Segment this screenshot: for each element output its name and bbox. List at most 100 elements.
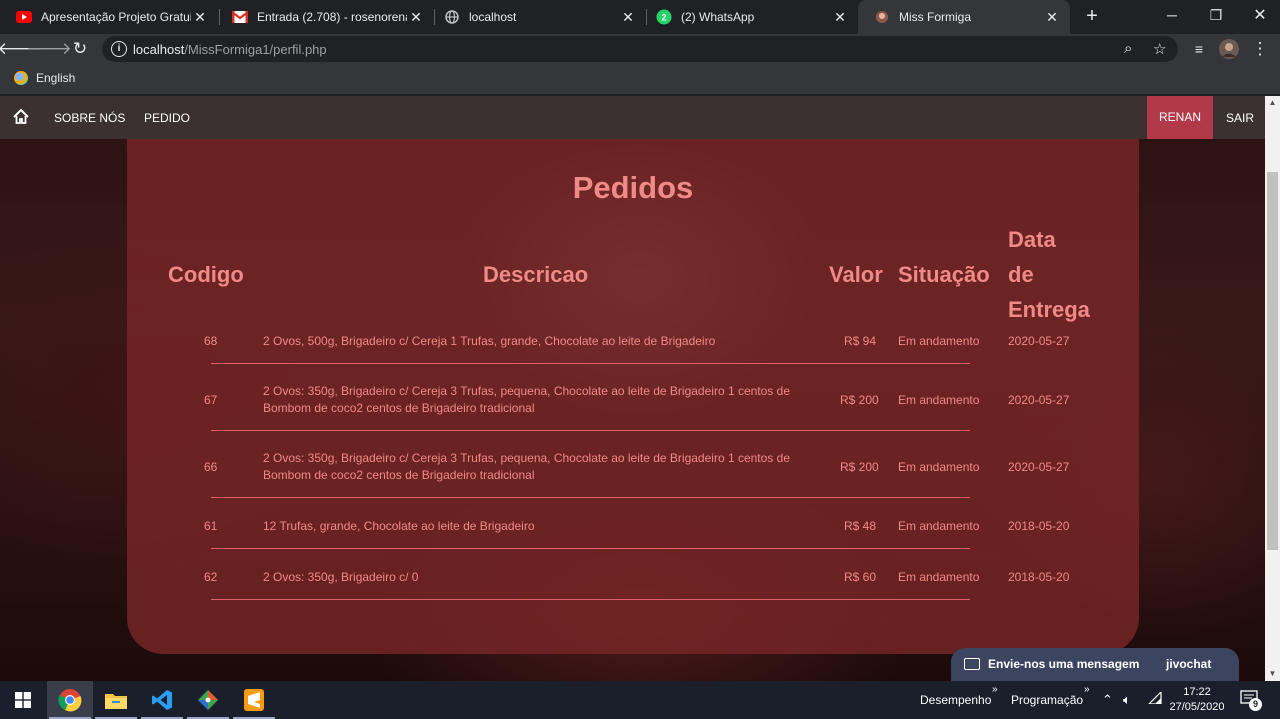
address-bar[interactable]: i localhost/MissFormiga1/perfil.php ⌕ ☆ [102,36,1178,62]
new-tab-button[interactable]: + [1082,6,1102,26]
close-window-icon[interactable]: ✕ [1238,0,1280,30]
vscode-icon[interactable] [139,681,185,719]
nav-user-renan[interactable]: RENAN [1147,96,1213,139]
tab-miss-formiga[interactable]: Miss Formiga ✕ [858,0,1070,34]
header-data-line2: de [1008,262,1034,287]
zoom-icon[interactable]: ⌕ [1124,40,1132,57]
page-scrollbar[interactable]: ▲ ▼ [1265,96,1280,681]
menu-kebab-icon[interactable]: ⋮ [1249,38,1271,60]
tab-youtube[interactable]: Apresentação Projeto Gratuito ✕ [0,0,218,34]
tray-up-arrow-icon[interactable]: ⌃ [1102,692,1113,708]
row-situacao: Em andamento [898,519,980,533]
cake-icon [874,9,890,25]
chevron-expand-icon[interactable]: » [1084,684,1090,695]
bookmark-english[interactable]: English [14,71,75,85]
notification-count-badge: 9 [1249,698,1262,711]
url-text: localhost/MissFormiga1/perfil.php [133,42,327,57]
browser-toolbar: 🡐 🡒 ↻ i localhost/MissFormiga1/perfil.ph… [0,34,1280,64]
nav-sobre-nos[interactable]: SOBRE NÓS [54,111,125,125]
row-data: 2020-05-27 [1008,393,1070,407]
file-explorer-icon[interactable] [93,681,139,719]
svg-text:2: 2 [661,13,666,23]
toolbar-desempenho[interactable]: Desempenho [920,693,991,707]
row-data: 2020-05-27 [1008,334,1070,348]
wifi-icon[interactable] [1147,690,1162,707]
volume-icon[interactable]: 🔈︎ [1123,692,1131,708]
row-situacao: Em andamento [898,334,980,348]
row-descricao: 2 Ovos: 350g, Brigadeiro c/ Cereja 3 Tru… [263,384,790,415]
row-situacao: Em andamento [898,460,980,474]
header-data-line1: Data [1008,227,1056,252]
scroll-up-icon[interactable]: ▲ [1265,96,1280,110]
tab-title: Entrada (2.708) - rosenorenanti [257,10,407,24]
site-navbar: SOBRE NÓS PEDIDO RENAN SAIR [0,96,1265,139]
bookmark-globe-icon [14,71,28,85]
tab-localhost[interactable]: localhost ✕ [428,0,646,34]
tab-gmail[interactable]: Entrada (2.708) - rosenorenanti ✕ [216,0,434,34]
close-tab-icon[interactable]: ✕ [192,9,208,25]
nav-sair[interactable]: SAIR [1226,111,1254,125]
row-situacao: Em andamento [898,393,980,407]
tab-strip: Apresentação Projeto Gratuito ✕ Entrada … [0,0,1280,34]
close-tab-icon[interactable]: ✕ [1044,9,1060,25]
header-descricao: Descricao [483,262,589,287]
youtube-icon [16,9,32,25]
chat-widget[interactable]: Envie-nos uma mensagem jivochat [951,648,1239,681]
tab-title: Miss Formiga [899,10,972,24]
info-icon[interactable]: i [111,41,127,57]
minimize-icon[interactable]: ─ [1150,0,1194,30]
row-valor: R$ 48 [844,519,877,533]
close-tab-icon[interactable]: ✕ [408,9,424,25]
media-queue-icon[interactable]: ≡ [1188,38,1210,60]
forward-icon[interactable]: 🡒 [26,38,72,60]
globe-icon [444,9,460,25]
star-icon[interactable]: ☆ [1153,40,1166,58]
clock-time: 17:22 [1183,686,1211,698]
scroll-down-icon[interactable]: ▼ [1265,667,1280,681]
row-codigo: 66 [204,460,218,474]
row-descricao: 2 Ovos: 350g, Brigadeiro c/ Cereja 3 Tru… [263,451,790,482]
header-codigo: Codigo [168,262,244,287]
notification-center-icon[interactable]: 9 [1240,690,1262,711]
reload-icon[interactable]: ↻ [69,38,91,60]
row-codigo: 62 [204,570,218,584]
envelope-icon [964,658,980,670]
scrollbar-thumb[interactable] [1267,172,1278,550]
chevron-expand-icon[interactable]: » [992,684,998,695]
windows-start-icon[interactable] [0,681,46,719]
home-icon[interactable] [12,108,30,126]
row-valor: R$ 60 [844,570,877,584]
orders-panel: Pedidos Codigo Descricao Valor Situação … [127,136,1139,654]
row-situacao: Em andamento [898,570,980,584]
row-valor: R$ 200 [840,393,879,407]
page-viewport: Pedidos Codigo Descricao Valor Situação … [0,96,1265,681]
system-clock[interactable]: 17:22 27/05/2020 [1165,685,1229,715]
restore-icon[interactable]: ❐ [1194,0,1238,30]
bookmarks-bar: English [0,64,1280,94]
close-tab-icon[interactable]: ✕ [620,9,636,25]
toolbar-programacao[interactable]: Programação [1011,693,1083,707]
chat-message-label: Envie-nos uma mensagem [988,657,1140,671]
nav-pedido[interactable]: PEDIDO [144,111,190,125]
row-divider [211,363,970,364]
bookmark-label: English [36,71,76,85]
tab-title: (2) WhatsApp [681,10,755,24]
gmail-icon [232,9,248,25]
row-descricao: 12 Trufas, grande, Chocolate ao leite de… [263,519,535,533]
tab-title: localhost [469,10,517,24]
taskbar: Desempenho » Programação » ⌃ 🔈︎ 17:22 27… [0,681,1280,719]
tab-whatsapp[interactable]: 2 (2) WhatsApp ✕ [640,0,858,34]
close-tab-icon[interactable]: ✕ [832,9,848,25]
row-codigo: 61 [204,519,218,533]
row-divider [211,430,970,431]
gitkraken-icon[interactable] [185,681,231,719]
whatsapp-icon: 2 [656,9,672,25]
row-codigo: 67 [204,393,218,407]
row-divider [211,497,970,498]
avatar[interactable] [1218,38,1240,60]
row-codigo: 68 [204,334,218,348]
chrome-taskbar-icon[interactable] [47,681,93,719]
chat-brand: jivochat [1166,657,1212,671]
clock-date: 27/05/2020 [1169,701,1225,713]
sublime-text-icon[interactable] [231,681,277,719]
